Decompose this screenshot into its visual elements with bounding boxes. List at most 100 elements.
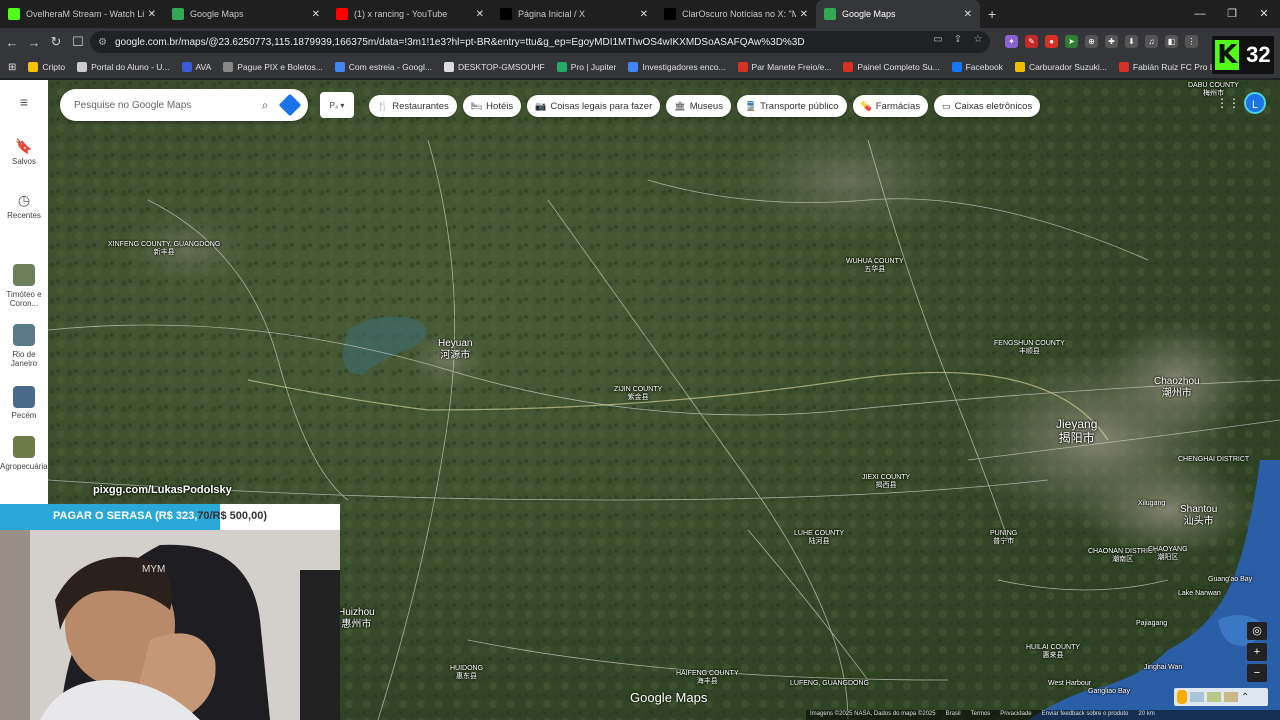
category-chip[interactable]: 🚆 Transporte público bbox=[736, 95, 847, 117]
bookmark-item[interactable]: Cripto bbox=[28, 62, 65, 72]
browser-tab[interactable]: (1) x rancing - YouTube ✕ bbox=[328, 0, 492, 28]
star-icon[interactable]: ☆ bbox=[972, 34, 984, 46]
place-label-guangaobay[interactable]: Guang'ao Bay bbox=[1208, 576, 1252, 584]
attribution-item[interactable]: Termos bbox=[971, 711, 991, 719]
avatar[interactable]: L bbox=[1244, 92, 1266, 114]
place-label-huizhou[interactable]: Huizhou 惠州市 bbox=[338, 607, 375, 630]
attribution-item[interactable]: Enviar feedback sobre o produto bbox=[1042, 711, 1129, 719]
menu-icon[interactable]: ⋮ bbox=[1185, 35, 1198, 48]
layer-thumb[interactable] bbox=[1224, 692, 1238, 702]
apps-icon[interactable]: ⊞ bbox=[8, 62, 16, 73]
forward-icon[interactable]: → bbox=[24, 35, 44, 50]
place-label-zijin[interactable]: ZIJIN COUNTY 紫金县 bbox=[614, 386, 662, 402]
site-info-icon[interactable]: ⚙ bbox=[98, 37, 107, 48]
browser-tab[interactable]: Página Inicial / X ✕ bbox=[492, 0, 656, 28]
place-label-puning[interactable]: PUNING 普宁市 bbox=[990, 530, 1017, 546]
recents-button[interactable]: ◷ Recentes bbox=[0, 192, 48, 220]
sidepanel-icon[interactable]: ◧ bbox=[1165, 35, 1178, 48]
bookmark-item[interactable]: Com estreia - Googl... bbox=[334, 62, 432, 72]
recent-thumbnail[interactable] bbox=[13, 386, 35, 408]
address-bar[interactable]: ⚙ google.com.br/maps/@23.6250773,115.187… bbox=[90, 31, 990, 53]
place-label-pajiagang[interactable]: Pajiagang bbox=[1136, 620, 1167, 628]
directions-icon[interactable] bbox=[278, 93, 302, 117]
recent-item-pecem[interactable]: Pecém bbox=[0, 411, 48, 420]
extension-icon[interactable]: ⊕ bbox=[1085, 35, 1098, 48]
menu-button[interactable]: ≡ bbox=[0, 94, 48, 112]
chevron-up-icon[interactable]: ⌃ bbox=[1241, 692, 1249, 703]
bookmark-item[interactable]: Pague PIX e Boletos... bbox=[223, 62, 323, 72]
zoom-in-button[interactable]: + bbox=[1247, 643, 1267, 661]
recent-item-agro[interactable]: Agropecuária... bbox=[0, 462, 54, 471]
bookmark-item[interactable]: Painel Completo Su... bbox=[843, 62, 940, 72]
bookmark-item[interactable]: Pro | Jupiter bbox=[556, 62, 616, 72]
category-chip[interactable]: 💊 Farmácias bbox=[852, 95, 929, 117]
google-apps-icon[interactable]: ⋮⋮ bbox=[1216, 96, 1240, 110]
category-chip[interactable]: 🏛 Museus bbox=[666, 95, 731, 117]
recent-item-timoteo[interactable]: Timóteo e Coron... bbox=[0, 290, 48, 308]
layer-thumb[interactable] bbox=[1190, 692, 1204, 702]
maximize-button[interactable]: ❐ bbox=[1216, 0, 1248, 28]
category-chip[interactable]: 📷 Coisas legais para fazer bbox=[527, 95, 661, 117]
close-icon[interactable]: ✕ bbox=[800, 9, 808, 20]
close-icon[interactable]: ✕ bbox=[964, 9, 972, 20]
bookmark-item[interactable]: Par Manete Freio/e... bbox=[737, 62, 831, 72]
bookmark-item[interactable]: Portal do Aluno - U... bbox=[77, 62, 170, 72]
close-icon[interactable]: ✕ bbox=[148, 9, 156, 20]
recent-thumbnail[interactable] bbox=[13, 264, 35, 286]
puzzle-icon[interactable]: ✚ bbox=[1105, 35, 1118, 48]
search-input[interactable]: Pesquise no Google Maps bbox=[74, 100, 254, 111]
back-icon[interactable]: ← bbox=[2, 35, 22, 50]
place-label-chenghai[interactable]: CHENGHAI DISTRICT bbox=[1178, 456, 1249, 464]
bookmark-item[interactable]: Fabián Ruiz FC Pro L... bbox=[1118, 62, 1222, 72]
place-label-heyuan[interactable]: Heyuan 河源市 bbox=[438, 338, 472, 361]
bookmark-item[interactable]: Investigadores enco... bbox=[628, 62, 726, 72]
pegman-icon[interactable] bbox=[1177, 690, 1187, 704]
bookmark-item[interactable]: AVA bbox=[181, 62, 211, 72]
install-icon[interactable]: ▭ bbox=[932, 34, 944, 46]
close-icon[interactable]: ✕ bbox=[640, 9, 648, 20]
attribution-item[interactable]: Brasil bbox=[946, 711, 961, 719]
extension-icon[interactable]: ● bbox=[1045, 35, 1058, 48]
category-chip[interactable]: 🍴 Restaurantes bbox=[369, 95, 457, 117]
bookmark-item[interactable]: DESKTOP-GMSOUHF bbox=[443, 62, 545, 72]
place-label-lufeng[interactable]: LUFENG, GUANGDONG bbox=[790, 680, 869, 688]
close-icon[interactable]: ✕ bbox=[476, 9, 484, 20]
download-icon[interactable]: ⬇ bbox=[1125, 35, 1138, 48]
media-icon[interactable]: ♫ bbox=[1145, 35, 1158, 48]
place-label-wuhua[interactable]: WUHUA COUNTY 五华县 bbox=[846, 258, 904, 274]
extension-icon[interactable]: ✦ bbox=[1005, 35, 1018, 48]
place-label-shantou[interactable]: Shantou 汕头市 bbox=[1180, 504, 1217, 527]
zoom-out-button[interactable]: − bbox=[1247, 664, 1267, 682]
bookmark-item[interactable]: Carburador Suzuki... bbox=[1014, 62, 1107, 72]
saved-button[interactable]: 🔖 Salvos bbox=[0, 138, 48, 166]
close-icon[interactable]: ✕ bbox=[312, 9, 320, 20]
bookmark-page-icon[interactable]: ☐ bbox=[68, 34, 88, 50]
attribution-item[interactable]: 20 km bbox=[1138, 711, 1154, 719]
browser-tab[interactable]: Google Maps ✕ bbox=[164, 0, 328, 28]
place-label-luhe[interactable]: LUHE COUNTY 陆河县 bbox=[794, 530, 844, 546]
place-label-xilugang[interactable]: Xilugang bbox=[1138, 500, 1165, 508]
search-icon[interactable]: ⌕ bbox=[254, 98, 276, 113]
place-label-lakenanwan[interactable]: Lake Nanwan bbox=[1178, 590, 1221, 598]
place-label-fengshun[interactable]: FENGSHUN COUNTY 丰顺县 bbox=[994, 340, 1065, 356]
attribution-item[interactable]: Privacidade bbox=[1000, 711, 1031, 719]
category-chip[interactable]: 🛏 Hotéis bbox=[462, 95, 522, 117]
recent-thumbnail[interactable] bbox=[13, 324, 35, 346]
place-label-chaoyang[interactable]: CHAOYANG 潮阳区 bbox=[1148, 546, 1188, 562]
category-chip[interactable]: ▭ Caixas eletrônicos bbox=[934, 95, 1041, 117]
recent-thumbnail[interactable] bbox=[13, 436, 35, 458]
my-location-icon[interactable]: ◎ bbox=[1247, 622, 1267, 640]
layers-strip[interactable]: ⌃ bbox=[1174, 688, 1268, 706]
share-icon[interactable]: ⇪ bbox=[952, 34, 964, 46]
place-label-chaozhou[interactable]: Chaozhou 潮州市 bbox=[1154, 376, 1200, 399]
reload-icon[interactable]: ↻ bbox=[46, 34, 66, 50]
bookmark-item[interactable]: Facebook bbox=[951, 62, 1003, 72]
place-label-westharbour[interactable]: West Harbour bbox=[1048, 680, 1091, 688]
new-tab-button[interactable]: + bbox=[980, 6, 1004, 22]
place-label-xinfeng[interactable]: XINFENG COUNTY, GUANGDONG 新丰县 bbox=[108, 241, 220, 257]
extension-icon[interactable]: ✎ bbox=[1025, 35, 1038, 48]
place-label-huilai[interactable]: HUILAI COUNTY 惠来县 bbox=[1026, 644, 1080, 660]
place-label-ganglia[interactable]: Gangliao Bay bbox=[1088, 688, 1130, 696]
place-label-jieyang[interactable]: Jieyang 揭阳市 bbox=[1056, 417, 1097, 446]
maps-search-box[interactable]: Pesquise no Google Maps ⌕ bbox=[60, 89, 308, 121]
